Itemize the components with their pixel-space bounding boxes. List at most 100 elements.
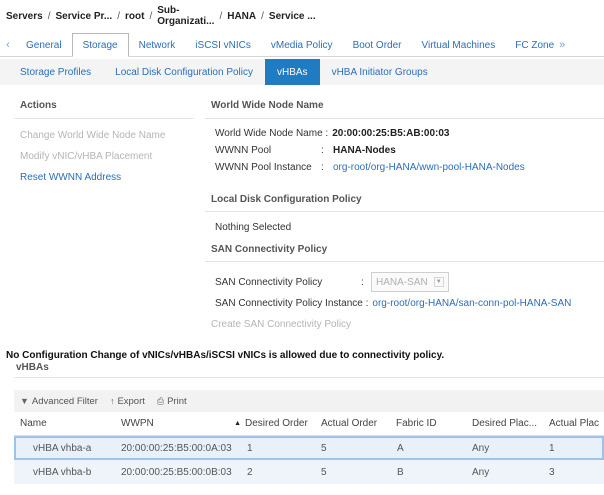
tab-general[interactable]: General bbox=[16, 34, 72, 56]
cell-name: vHBA vhba-b bbox=[33, 466, 92, 478]
cell-actual-order: 5 bbox=[321, 466, 327, 478]
breadcrumb-separator: / bbox=[261, 10, 264, 22]
subtab-storage-profiles[interactable]: Storage Profiles bbox=[8, 59, 103, 85]
san-policy-instance-label: SAN Connectivity Policy Instance : bbox=[215, 298, 369, 309]
cell-fabric-id: A bbox=[397, 442, 404, 454]
column-header-name[interactable]: Name bbox=[20, 418, 47, 429]
cell-name: vHBA vhba-a bbox=[33, 442, 92, 454]
column-header-fabric-id[interactable]: Fabric ID bbox=[396, 418, 437, 429]
cell-actual-placement: 3 bbox=[549, 466, 555, 478]
cell-wwpn: 20:00:00:25:B5:00:0B:03 bbox=[121, 466, 232, 478]
san-policy-dropdown[interactable]: HANA-SAN ▼ bbox=[371, 272, 449, 292]
breadcrumb-item-line1: Sub- bbox=[157, 5, 180, 16]
actions-list: Change World Wide Node Name Modify vNIC/… bbox=[20, 125, 200, 188]
column-header-desired-placement[interactable]: Desired Plac... bbox=[472, 418, 537, 429]
vhbas-section-title: vHBAs bbox=[16, 362, 49, 373]
wwnn-pool-value: HANA-Nodes bbox=[333, 145, 396, 156]
subtab-vhbas[interactable]: vHBAs bbox=[265, 59, 320, 85]
print-label: Print bbox=[167, 395, 187, 407]
tab-boot-order[interactable]: Boot Order bbox=[343, 34, 412, 56]
divider bbox=[14, 377, 604, 378]
breadcrumb-separator: / bbox=[117, 10, 120, 22]
breadcrumb-item-servers[interactable]: Servers bbox=[6, 11, 43, 22]
subtab-vhba-initiator-groups[interactable]: vHBA Initiator Groups bbox=[320, 59, 440, 85]
actions-title: Actions bbox=[20, 100, 57, 111]
export-icon: ↑ bbox=[109, 396, 115, 406]
wwnn-section-title: World Wide Node Name bbox=[211, 100, 324, 111]
vhbas-table-header: Name WWPN ▲ Desired Order Actual Order F… bbox=[14, 412, 604, 436]
breadcrumb-separator: / bbox=[149, 10, 153, 22]
divider bbox=[205, 261, 604, 262]
wwnn-pool-instance-sep: : bbox=[321, 162, 324, 173]
cell-desired-placement: Any bbox=[472, 466, 490, 478]
tab-virtual-machines[interactable]: Virtual Machines bbox=[411, 34, 505, 56]
breadcrumb-item-line2: Organizati... bbox=[157, 16, 215, 27]
cell-desired-order: 1 bbox=[247, 442, 253, 454]
breadcrumb: Servers / Service Pr... / root / Sub- Or… bbox=[0, 0, 604, 32]
tab-storage[interactable]: Storage bbox=[71, 33, 129, 57]
breadcrumb-item-sub-organizations[interactable]: Sub- Organizati... bbox=[157, 5, 214, 27]
column-header-desired-order[interactable]: Desired Order bbox=[245, 418, 308, 429]
advanced-filter-button[interactable]: ▼ Advanced Filter bbox=[20, 396, 98, 407]
advanced-filter-label: Advanced Filter bbox=[31, 395, 98, 407]
subtab-local-disk-configuration-policy[interactable]: Local Disk Configuration Policy bbox=[103, 59, 265, 85]
local-disk-section-title: Local Disk Configuration Policy bbox=[211, 194, 362, 205]
column-header-wwpn-label: WWPN bbox=[121, 418, 154, 429]
table-row[interactable]: vHBA vhba-a 20:00:00:25:B5:00:0A:03 1 5 … bbox=[14, 436, 604, 460]
cell-wwpn: 20:00:00:25:B5:00:0A:03 bbox=[121, 442, 232, 454]
san-policy-selected-value: HANA-SAN bbox=[376, 276, 428, 288]
wwnn-pool-label: WWNN Pool bbox=[215, 145, 272, 156]
breadcrumb-item-root[interactable]: root bbox=[125, 11, 144, 22]
divider bbox=[205, 118, 604, 119]
connectivity-policy-notice: No Configuration Change of vNICs/vHBAs/i… bbox=[6, 350, 445, 361]
breadcrumb-item-hana[interactable]: HANA bbox=[227, 11, 256, 22]
cell-actual-placement: 1 bbox=[549, 442, 555, 454]
san-policy-sep: : bbox=[361, 276, 364, 288]
table-row[interactable]: vHBA vhba-b 20:00:00:25:B5:00:0B:03 2 5 … bbox=[14, 460, 604, 484]
sort-ascending-icon[interactable]: ▲ bbox=[234, 420, 241, 427]
wwnn-details: World Wide Node Name : 20:00:00:25:B5:AB… bbox=[215, 125, 604, 176]
column-header-wwpn[interactable]: WWPN ▲ bbox=[121, 418, 241, 429]
wwnn-pool-sep: : bbox=[321, 145, 324, 156]
column-header-actual-placement[interactable]: Actual Plac bbox=[549, 418, 599, 429]
breadcrumb-separator: / bbox=[219, 10, 223, 22]
filter-icon: ▼ bbox=[20, 396, 29, 406]
tab-vmedia-policy[interactable]: vMedia Policy bbox=[261, 34, 343, 56]
san-policy-instance-link[interactable]: org-root/org-HANA/san-conn-pol-HANA-SAN bbox=[372, 298, 571, 309]
column-header-actual-order[interactable]: Actual Order bbox=[321, 418, 377, 429]
breadcrumb-item-service-profile[interactable]: Service ... bbox=[269, 11, 316, 22]
wwnn-value: 20:00:00:25:B5:AB:00:03 bbox=[332, 128, 450, 139]
primary-tab-strip: ‹ General Storage Network iSCSI vNICs vM… bbox=[0, 33, 604, 57]
double-chevron-right-icon[interactable]: » bbox=[556, 34, 568, 56]
tab-iscsi-vnics[interactable]: iSCSI vNICs bbox=[185, 34, 261, 56]
cell-desired-order: 2 bbox=[247, 466, 253, 478]
create-san-policy-action: Create SAN Connectivity Policy bbox=[211, 319, 352, 330]
divider bbox=[205, 211, 604, 212]
vhbas-toolbar: ▼ Advanced Filter ↑ Export ⎙ Print bbox=[14, 390, 604, 412]
tab-network[interactable]: Network bbox=[129, 34, 186, 56]
modify-placement-action: Modify vNIC/vHBA Placement bbox=[20, 151, 153, 162]
secondary-tab-strip: Storage Profiles Local Disk Configuratio… bbox=[0, 59, 604, 85]
actions-panel: Actions bbox=[20, 100, 190, 116]
export-label: Export bbox=[117, 395, 145, 407]
reset-wwnn-address-link[interactable]: Reset WWNN Address bbox=[20, 167, 200, 188]
cell-desired-placement: Any bbox=[472, 442, 490, 454]
print-button[interactable]: ⎙ Print bbox=[157, 396, 187, 407]
print-icon: ⎙ bbox=[156, 395, 165, 406]
export-button[interactable]: ↑ Export bbox=[110, 396, 145, 407]
cell-actual-order: 5 bbox=[321, 442, 327, 454]
san-policy-label: SAN Connectivity Policy bbox=[215, 276, 323, 288]
breadcrumb-item-service-profiles[interactable]: Service Pr... bbox=[55, 11, 112, 22]
change-wwnn-action: Change World Wide Node Name bbox=[20, 130, 166, 141]
breadcrumb-separator: / bbox=[47, 10, 51, 22]
caret-down-icon: ▼ bbox=[433, 277, 444, 287]
tab-fc-zone[interactable]: FC Zone bbox=[505, 34, 556, 56]
divider bbox=[14, 118, 194, 119]
san-section-title: SAN Connectivity Policy bbox=[211, 244, 328, 255]
cell-fabric-id: B bbox=[397, 466, 404, 478]
local-disk-policy-value: Nothing Selected bbox=[215, 222, 292, 233]
wwnn-pool-instance-link[interactable]: org-root/org-HANA/wwn-pool-HANA-Nodes bbox=[333, 162, 525, 173]
wwnn-label: World Wide Node Name : bbox=[215, 128, 329, 139]
chevron-left-icon[interactable]: ‹ bbox=[0, 34, 16, 56]
wwnn-pool-instance-label: WWNN Pool Instance bbox=[215, 162, 312, 173]
